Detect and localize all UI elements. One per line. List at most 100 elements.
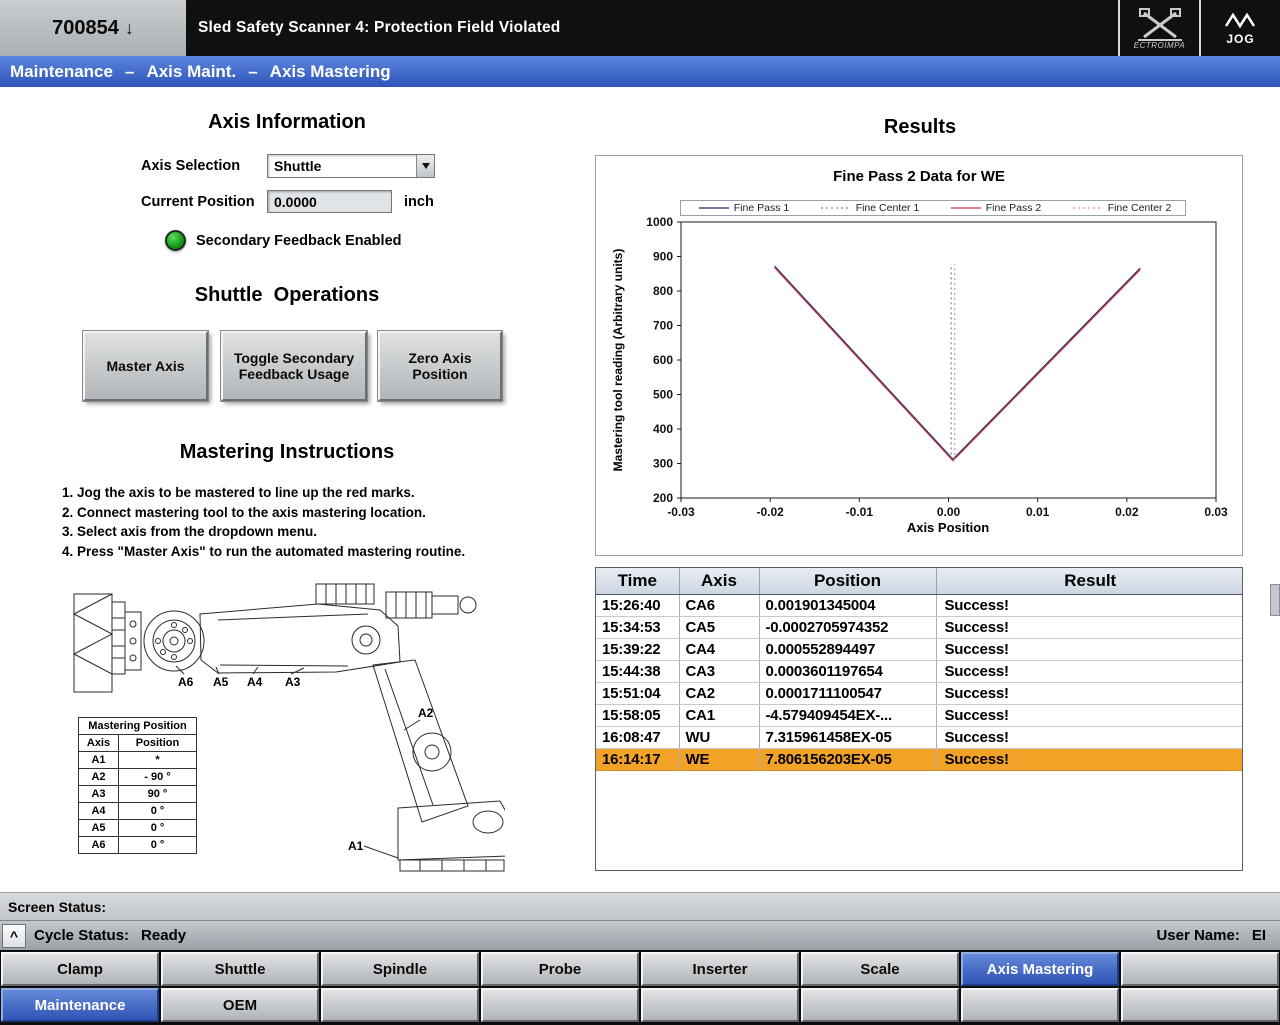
robot-label-a5: A5 xyxy=(213,675,229,689)
current-position-field[interactable]: 0.0000 xyxy=(267,190,392,213)
mastering-table-cell: A3 xyxy=(79,786,119,803)
mastering-table-row: A60 ° xyxy=(79,837,197,854)
mastering-table-row: A390 ° xyxy=(79,786,197,803)
result-cell-position: 0.0001711100547 xyxy=(759,682,936,704)
result-row[interactable]: 15:51:04CA20.0001711100547Success! xyxy=(596,682,1243,704)
softkey-shuttle[interactable]: Shuttle xyxy=(161,952,319,986)
result-cell-position: -0.0002705974352 xyxy=(759,616,936,638)
robot-label-a1: A1 xyxy=(348,839,364,853)
instruction-step: 3. Select axis from the dropdown menu. xyxy=(62,522,465,542)
result-row[interactable]: 16:14:17WE7.806156203EX-05Success! xyxy=(596,748,1243,770)
y-tick-label: 800 xyxy=(653,284,673,298)
result-cell-result: Success! xyxy=(936,594,1243,616)
instruction-step: 1. Jog the axis to be mastered to line u… xyxy=(62,483,465,503)
result-cell-axis: CA2 xyxy=(679,682,759,704)
breadcrumb-item-axis-mastering[interactable]: Axis Mastering xyxy=(270,62,391,82)
x-tick-label: 0.00 xyxy=(937,505,961,519)
result-cell-position: 0.000552894497 xyxy=(759,638,936,660)
y-tick-label: 900 xyxy=(653,250,673,264)
softkey-probe[interactable]: Probe xyxy=(481,952,639,986)
softkey-row-1: ClampShuttleSpindleProbeInserterScaleAxi… xyxy=(1,952,1279,986)
result-row[interactable]: 15:34:53CA5-0.0002705974352Success! xyxy=(596,616,1243,638)
results-header-time: Time xyxy=(596,568,679,594)
mastering-table-row: A50 ° xyxy=(79,820,197,837)
mastering-instructions-title: Mastering Instructions xyxy=(97,441,477,464)
softkey-spindle[interactable]: Spindle xyxy=(321,952,479,986)
jog-label: JOG xyxy=(1226,32,1254,46)
robot-label-a3: A3 xyxy=(285,675,301,689)
mastering-table-cell: A6 xyxy=(79,837,119,854)
unit-label: inch xyxy=(404,194,434,210)
y-tick-label: 1000 xyxy=(646,215,673,229)
softkey-inserter[interactable]: Inserter xyxy=(641,952,799,986)
mastering-table-cell: A4 xyxy=(79,803,119,820)
breadcrumb-separator: – xyxy=(125,62,134,82)
softkey-oem[interactable]: OEM xyxy=(161,988,319,1022)
softkey-axis-mastering[interactable]: Axis Mastering xyxy=(961,952,1119,986)
results-title: Results xyxy=(600,116,1240,139)
x-tick-label: 0.02 xyxy=(1115,505,1139,519)
breadcrumb-item-axis-maint-[interactable]: Axis Maint. xyxy=(146,62,236,82)
result-cell-result: Success! xyxy=(936,748,1243,770)
program-number: 700854 xyxy=(52,17,119,40)
axis-selection-value: Shuttle xyxy=(268,158,416,174)
screen-status-bar: Screen Status: xyxy=(0,892,1280,920)
chevron-down-icon xyxy=(422,163,430,169)
y-tick-label: 700 xyxy=(653,319,673,333)
mastering-table-cell: * xyxy=(119,752,197,769)
result-row[interactable]: 15:26:40CA60.001901345004Success! xyxy=(596,594,1243,616)
result-cell-result: Success! xyxy=(936,616,1243,638)
x-tick-label: -0.03 xyxy=(667,505,695,519)
result-cell-time: 15:39:22 xyxy=(596,638,679,660)
mastering-table-header: Axis xyxy=(79,735,119,752)
x-tick-label: -0.01 xyxy=(846,505,874,519)
result-cell-time: 15:26:40 xyxy=(596,594,679,616)
current-position-label: Current Position xyxy=(141,194,255,210)
axis-selection-dropdown[interactable]: Shuttle xyxy=(267,154,435,178)
master-axis-button[interactable]: Master Axis xyxy=(83,331,208,401)
user-name-value: EI xyxy=(1252,927,1266,944)
results-table-container: TimeAxisPositionResult 15:26:40CA60.0019… xyxy=(595,567,1243,871)
mastering-table-row: A40 ° xyxy=(79,803,197,820)
y-tick-label: 600 xyxy=(653,353,673,367)
result-row[interactable]: 15:58:05CA1-4.579409454EX-...Success! xyxy=(596,704,1243,726)
softkey-clamp[interactable]: Clamp xyxy=(1,952,159,986)
result-cell-position: 7.806156203EX-05 xyxy=(759,748,936,770)
result-cell-result: Success! xyxy=(936,660,1243,682)
result-row[interactable]: 15:39:22CA40.000552894497Success! xyxy=(596,638,1243,660)
mastering-table-cell: 0 ° xyxy=(119,803,197,820)
cycle-status-bar: ^ Cycle Status: Ready User Name: EI xyxy=(0,920,1280,950)
jog-button[interactable]: JOG xyxy=(1199,0,1280,56)
screen-status-label: Screen Status: xyxy=(8,899,106,915)
result-cell-position: 0.0003601197654 xyxy=(759,660,936,682)
y-tick-label: 400 xyxy=(653,422,673,436)
result-cell-time: 15:58:05 xyxy=(596,704,679,726)
screen: 700854 ↓ Sled Safety Scanner 4: Protecti… xyxy=(0,0,1280,1025)
softkey-row-2: MaintenanceOEM xyxy=(1,988,1279,1022)
chevron-up-icon: ^ xyxy=(10,928,18,944)
scrollbar-thumb[interactable] xyxy=(1270,584,1280,616)
softkey-blank xyxy=(641,988,799,1022)
robot-label-a4: A4 xyxy=(247,675,263,689)
shuttle-operations-title: Shuttle Operations xyxy=(97,284,477,307)
x-tick-label: -0.02 xyxy=(756,505,784,519)
toggle-secondary-feedback-button[interactable]: Toggle Secondary Feedback Usage xyxy=(221,331,367,401)
results-header-axis: Axis xyxy=(679,568,759,594)
mastering-table-header: Position xyxy=(119,735,197,752)
zero-axis-position-button[interactable]: Zero Axis Position xyxy=(378,331,502,401)
secondary-feedback-label: Secondary Feedback Enabled xyxy=(196,233,402,249)
softkey-scale[interactable]: Scale xyxy=(801,952,959,986)
program-number-box[interactable]: 700854 ↓ xyxy=(0,0,186,56)
result-row[interactable]: 15:44:38CA30.0003601197654Success! xyxy=(596,660,1243,682)
breadcrumb-separator: – xyxy=(248,62,257,82)
current-position-value: 0.0000 xyxy=(274,194,317,210)
collapse-button[interactable]: ^ xyxy=(2,924,26,948)
softkey-maintenance[interactable]: Maintenance xyxy=(1,988,159,1022)
breadcrumb-item-maintenance[interactable]: Maintenance xyxy=(10,62,113,82)
result-cell-time: 15:51:04 xyxy=(596,682,679,704)
mastering-table-cell: A1 xyxy=(79,752,119,769)
result-row[interactable]: 16:08:47WU7.315961458EX-05Success! xyxy=(596,726,1243,748)
mastering-table-cell: - 90 ° xyxy=(119,769,197,786)
result-cell-axis: CA5 xyxy=(679,616,759,638)
dropdown-button[interactable] xyxy=(416,155,434,177)
